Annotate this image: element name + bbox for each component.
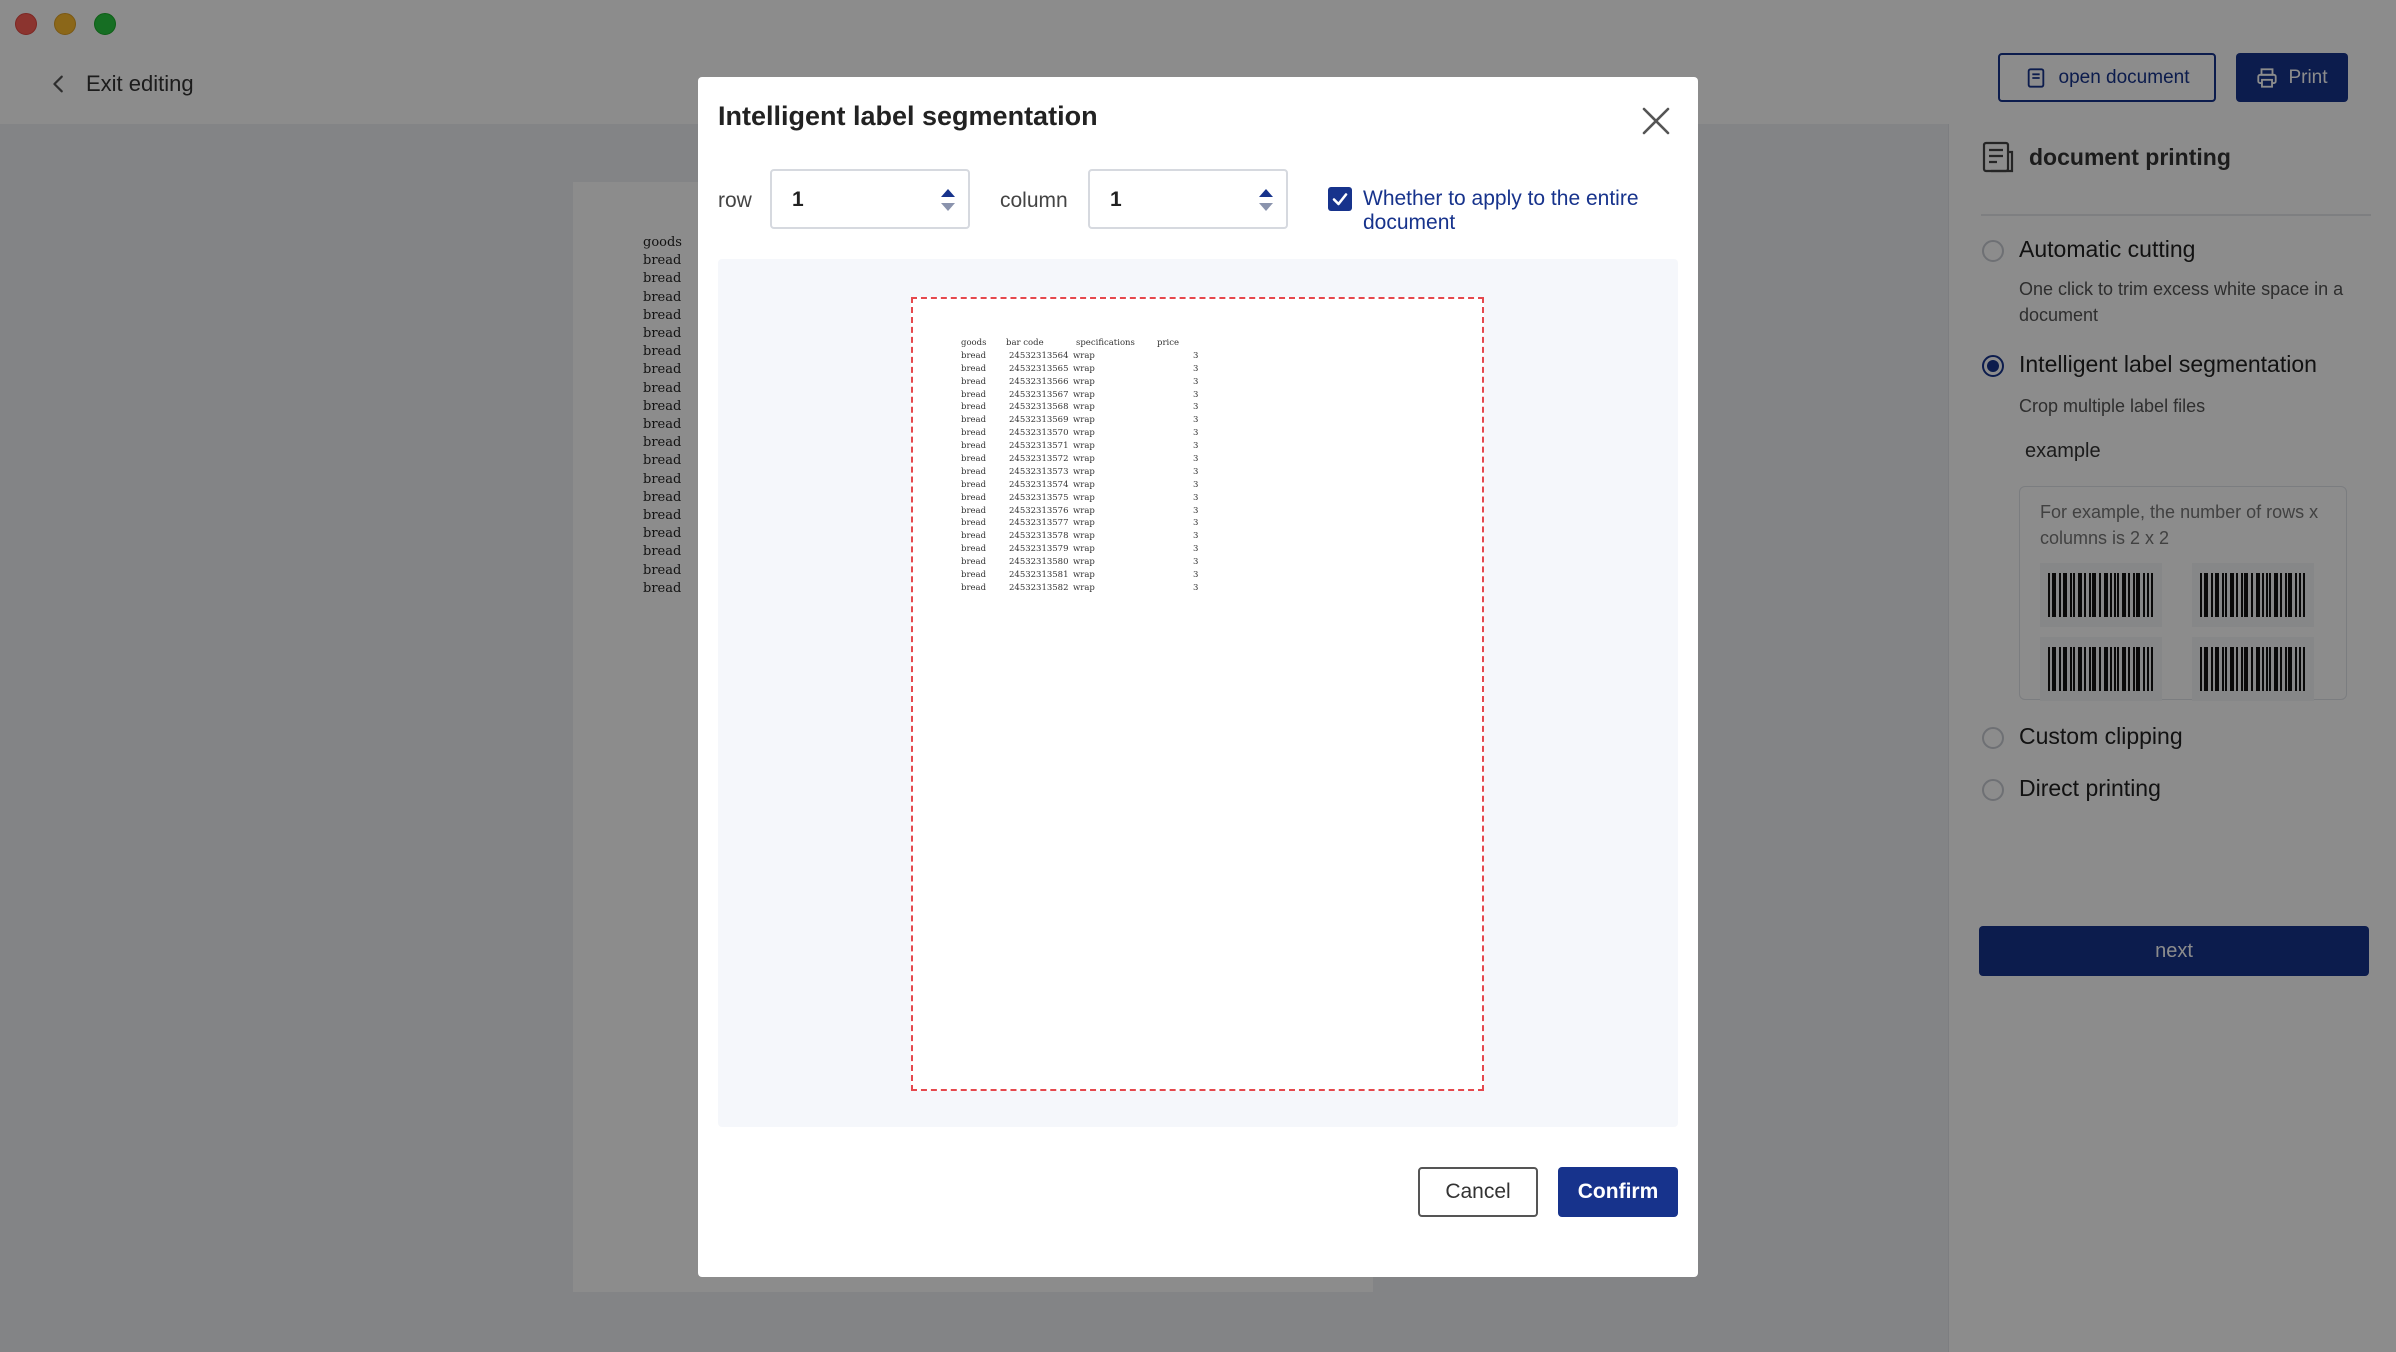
table-cell: wrap <box>1073 492 1095 503</box>
label-segmentation-dialog: Intelligent label segmentation row 1 col… <box>698 77 1698 1277</box>
table-cell: 3 <box>1193 570 1199 581</box>
table-cell: wrap <box>1073 518 1095 529</box>
preview-header-cell: specifications <box>1076 338 1135 348</box>
row-stepper[interactable]: 1 <box>770 169 970 229</box>
table-cell: bread <box>961 479 987 490</box>
table-cell: 3 <box>1193 376 1199 387</box>
table-cell: bread <box>961 402 987 413</box>
table-cell: bread <box>961 441 987 452</box>
table-cell: bread <box>961 389 987 400</box>
cancel-button[interactable]: Cancel <box>1418 1167 1538 1217</box>
table-cell: bread <box>961 492 987 503</box>
column-label: column <box>1000 189 1068 212</box>
table-cell: wrap <box>1073 531 1095 542</box>
table-cell: bread <box>961 557 987 568</box>
table-cell: bread <box>961 570 987 581</box>
apply-entire-document-checkbox[interactable] <box>1328 187 1352 211</box>
table-cell: 3 <box>1193 363 1199 374</box>
confirm-button[interactable]: Confirm <box>1558 1167 1678 1217</box>
table-cell: 24532313568 <box>1009 402 1069 413</box>
table-cell: 3 <box>1193 466 1199 477</box>
table-cell: 24532313576 <box>1009 505 1069 516</box>
table-cell: bread <box>961 415 987 426</box>
preview-header-cell: price <box>1157 338 1180 348</box>
table-cell: 24532313565 <box>1009 363 1069 374</box>
table-cell: wrap <box>1073 544 1095 555</box>
table-cell: bread <box>961 376 987 387</box>
table-cell: wrap <box>1073 441 1095 452</box>
table-cell: wrap <box>1073 466 1095 477</box>
table-cell: 3 <box>1193 441 1199 452</box>
row-value: 1 <box>792 188 804 211</box>
table-cell: 3 <box>1193 582 1199 593</box>
close-icon[interactable] <box>1638 103 1674 139</box>
table-cell: 3 <box>1193 402 1199 413</box>
apply-entire-document-label[interactable]: Whether to apply to the entire document <box>1363 187 1698 235</box>
table-cell: 24532313575 <box>1009 492 1069 503</box>
table-cell: wrap <box>1073 402 1095 413</box>
preview-header-cell: goods <box>961 338 987 348</box>
table-cell: bread <box>961 350 987 361</box>
table-cell: wrap <box>1073 582 1095 593</box>
table-cell: bread <box>961 454 987 465</box>
table-cell: 24532313566 <box>1009 376 1069 387</box>
table-cell: 24532313571 <box>1009 441 1069 452</box>
table-cell: 24532313567 <box>1009 389 1069 400</box>
table-cell: 24532313577 <box>1009 518 1069 529</box>
table-cell: bread <box>961 363 987 374</box>
checkmark-icon <box>1332 193 1348 206</box>
table-cell: 24532313564 <box>1009 350 1069 361</box>
preview-header-cell: bar code <box>1006 338 1044 348</box>
table-cell: 3 <box>1193 505 1199 516</box>
table-cell: 24532313582 <box>1009 582 1069 593</box>
table-cell: 24532313569 <box>1009 415 1069 426</box>
table-cell: wrap <box>1073 454 1095 465</box>
table-cell: wrap <box>1073 376 1095 387</box>
table-cell: 24532313581 <box>1009 570 1069 581</box>
table-cell: bread <box>961 582 987 593</box>
stepper-arrows-icon[interactable] <box>938 185 958 215</box>
table-cell: 3 <box>1193 350 1199 361</box>
table-cell: 3 <box>1193 428 1199 439</box>
table-cell: 24532313578 <box>1009 531 1069 542</box>
dialog-title: Intelligent label segmentation <box>718 101 1098 131</box>
table-cell: 3 <box>1193 492 1199 503</box>
table-cell: 24532313574 <box>1009 479 1069 490</box>
table-cell: bread <box>961 518 987 529</box>
segmentation-preview: goods bar code specifications price brea… <box>718 259 1678 1127</box>
table-cell: wrap <box>1073 505 1095 516</box>
table-cell: wrap <box>1073 350 1095 361</box>
column-stepper[interactable]: 1 <box>1088 169 1288 229</box>
table-cell: wrap <box>1073 557 1095 568</box>
table-cell: bread <box>961 544 987 555</box>
table-cell: 24532313579 <box>1009 544 1069 555</box>
table-cell: wrap <box>1073 428 1095 439</box>
row-label: row <box>718 189 752 212</box>
table-cell: 24532313572 <box>1009 454 1069 465</box>
table-cell: 24532313570 <box>1009 428 1069 439</box>
table-cell: 24532313580 <box>1009 557 1069 568</box>
table-cell: wrap <box>1073 389 1095 400</box>
table-cell: 3 <box>1193 557 1199 568</box>
table-cell: wrap <box>1073 415 1095 426</box>
table-cell: bread <box>961 505 987 516</box>
table-cell: 3 <box>1193 479 1199 490</box>
column-value: 1 <box>1110 188 1122 211</box>
stepper-arrows-icon[interactable] <box>1256 185 1276 215</box>
table-cell: 3 <box>1193 544 1199 555</box>
table-cell: wrap <box>1073 363 1095 374</box>
table-cell: bread <box>961 466 987 477</box>
table-cell: wrap <box>1073 570 1095 581</box>
table-cell: 3 <box>1193 518 1199 529</box>
table-cell: 3 <box>1193 454 1199 465</box>
table-cell: 3 <box>1193 389 1199 400</box>
table-cell: 3 <box>1193 531 1199 542</box>
table-cell: bread <box>961 428 987 439</box>
table-cell: bread <box>961 531 987 542</box>
preview-page: goods bar code specifications price brea… <box>911 297 1484 1091</box>
table-cell: 3 <box>1193 415 1199 426</box>
table-cell: 24532313573 <box>1009 466 1069 477</box>
table-cell: wrap <box>1073 479 1095 490</box>
